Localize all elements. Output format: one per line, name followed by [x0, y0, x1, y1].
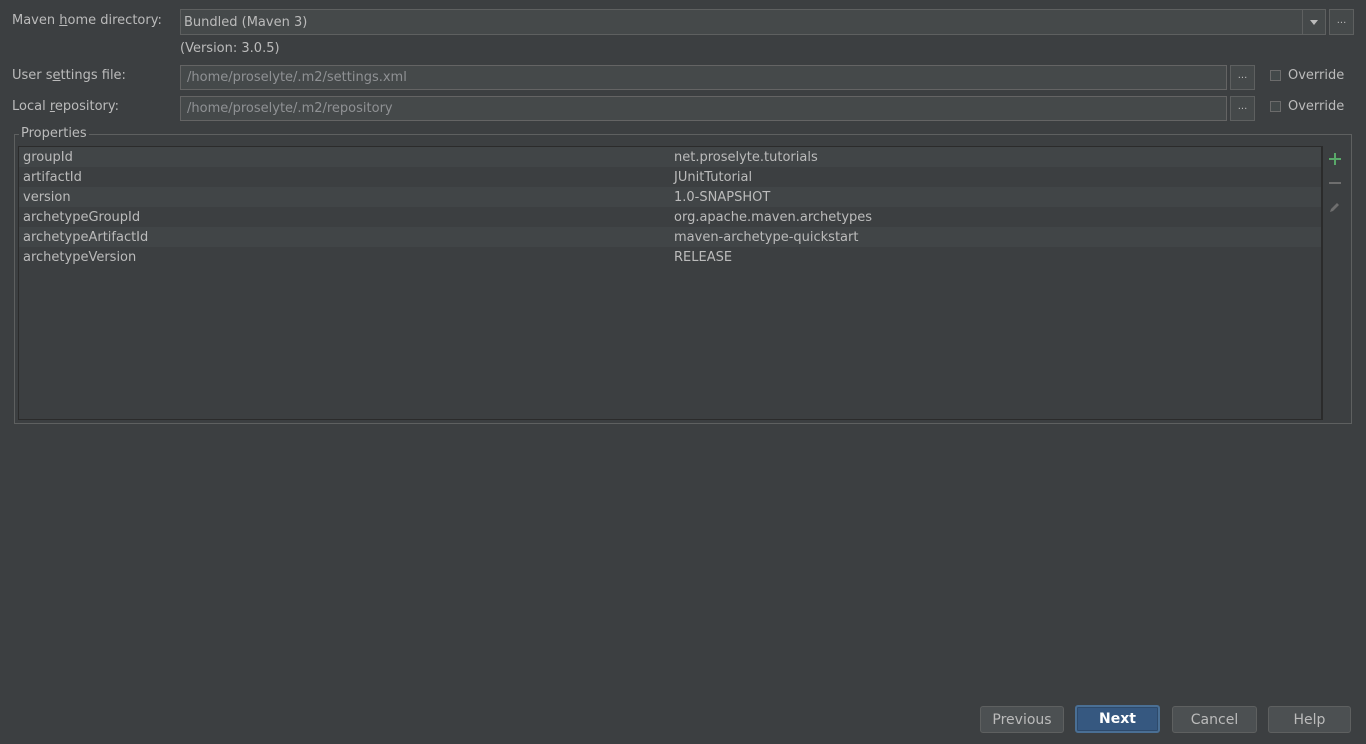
table-row[interactable]: archetypeArtifactId maven-archetype-quic… [19, 227, 1321, 247]
table-row[interactable]: version 1.0-SNAPSHOT [19, 187, 1321, 207]
maven-home-browse-button[interactable]: ... [1329, 9, 1354, 35]
property-value: RELEASE [674, 249, 733, 265]
local-repo-browse-button[interactable]: ... [1230, 96, 1255, 121]
property-key: artifactId [23, 169, 82, 185]
local-repo-field[interactable]: /home/proselyte/.m2/repository [180, 96, 1227, 121]
user-settings-override-checkbox[interactable]: Override [1270, 68, 1344, 83]
next-button[interactable]: Next [1075, 705, 1160, 733]
user-settings-field[interactable]: /home/proselyte/.m2/settings.xml [180, 65, 1227, 90]
table-row[interactable]: archetypeVersion RELEASE [19, 247, 1321, 267]
property-value: 1.0-SNAPSHOT [674, 189, 771, 205]
cancel-button[interactable]: Cancel [1172, 706, 1257, 733]
property-key: archetypeVersion [23, 249, 137, 265]
maven-home-value: Bundled (Maven 3) [184, 14, 308, 30]
table-row[interactable]: archetypeGroupId org.apache.maven.archet… [19, 207, 1321, 227]
properties-toolbar [1322, 146, 1348, 420]
edit-icon[interactable] [1323, 195, 1347, 219]
user-settings-label: User settings file: [12, 68, 126, 83]
properties-title: Properties [19, 126, 89, 141]
local-repo-label: Local repository: [12, 99, 120, 114]
maven-home-combo[interactable]: Bundled (Maven 3) [180, 9, 1326, 35]
maven-home-label: Maven home directory: [12, 13, 162, 28]
property-value: org.apache.maven.archetypes [674, 209, 873, 225]
checkbox-box[interactable] [1270, 70, 1281, 81]
property-value: maven-archetype-quickstart [674, 229, 859, 245]
override-label: Override [1288, 68, 1345, 83]
remove-icon[interactable] [1323, 171, 1347, 195]
property-value: net.proselyte.tutorials [674, 149, 818, 165]
override-label: Override [1288, 99, 1345, 114]
property-key: archetypeArtifactId [23, 229, 149, 245]
local-repo-override-checkbox[interactable]: Override [1270, 99, 1344, 114]
add-icon[interactable] [1323, 147, 1347, 171]
checkbox-box[interactable] [1270, 101, 1281, 112]
maven-version-text: (Version: 3.0.5) [180, 41, 280, 56]
help-button[interactable]: Help [1268, 706, 1351, 733]
properties-table[interactable]: groupId net.proselyte.tutorials artifact… [18, 146, 1322, 420]
table-row[interactable]: artifactId JUnitTutorial [19, 167, 1321, 187]
property-value: JUnitTutorial [674, 169, 753, 185]
previous-button[interactable]: Previous [980, 706, 1064, 733]
chevron-down-icon[interactable] [1302, 10, 1325, 34]
property-key: groupId [23, 149, 73, 165]
table-row[interactable]: groupId net.proselyte.tutorials [19, 147, 1321, 167]
property-key: version [23, 189, 71, 205]
property-key: archetypeGroupId [23, 209, 141, 225]
user-settings-browse-button[interactable]: ... [1230, 65, 1255, 90]
